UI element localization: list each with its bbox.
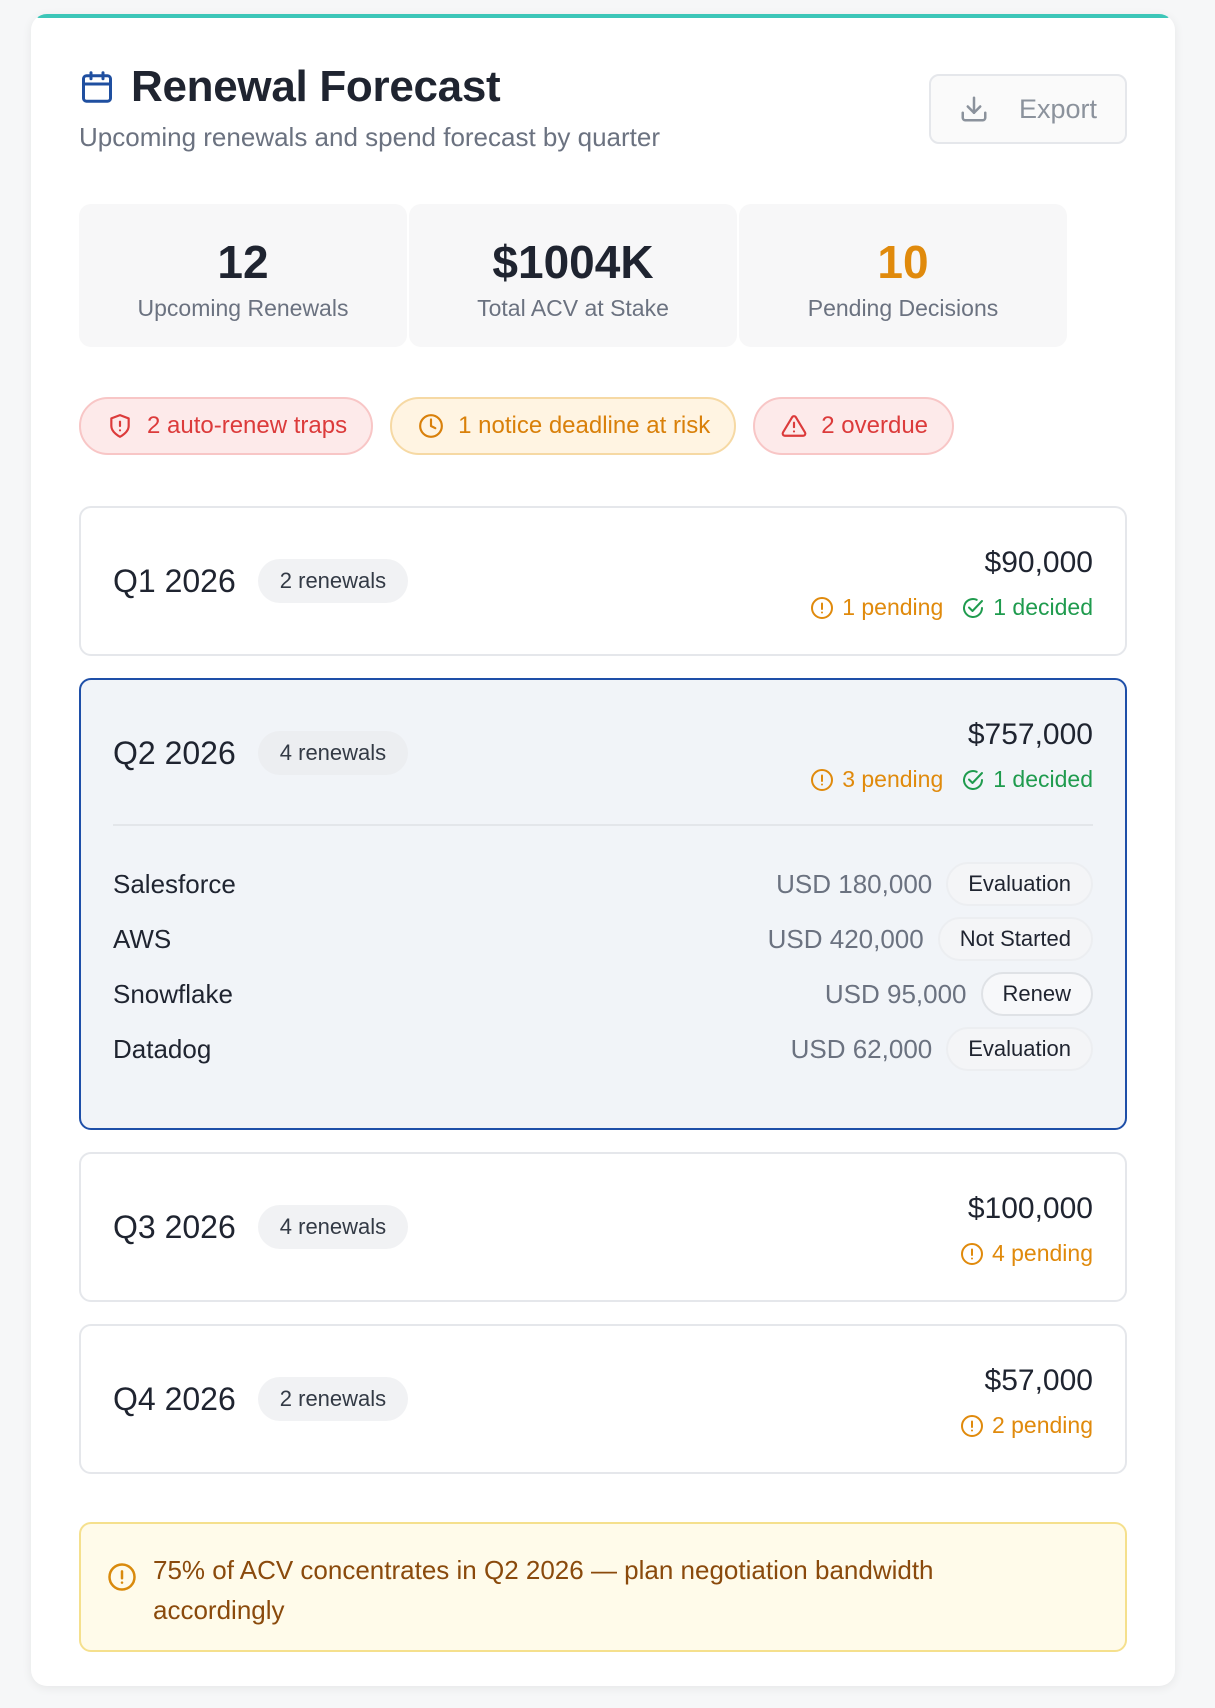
warning-text: 75% of ACV concentrates in Q2 2026 — pla…	[153, 1555, 934, 1625]
vendor-amount: USD 180,000	[776, 868, 933, 899]
check-circle-icon	[963, 769, 984, 790]
renewal-forecast-card: Renewal Forecast Upcoming renewals and s…	[31, 14, 1175, 1686]
vendor-name: Datadog	[113, 1033, 212, 1064]
pending-label: 1 pending	[842, 594, 944, 620]
notice-deadline-chip[interactable]: 1 notice deadline at risk	[390, 397, 737, 455]
renewal-count-badge: 4 renewals	[257, 1205, 409, 1249]
chip-label: 2 overdue	[821, 412, 929, 439]
quarter-amount: $100,000	[967, 1192, 1093, 1225]
pending-status: 4 pending	[960, 1240, 1093, 1267]
vendor-status-badge: Evaluation	[946, 1027, 1093, 1071]
check-circle-icon	[963, 597, 984, 618]
stat-value: $1004K	[492, 236, 654, 288]
decided-status: 1 decided	[961, 594, 1093, 621]
quarter-q1[interactable]: Q1 2026 2 renewals $90,000 1 pending 1 d…	[79, 506, 1127, 656]
vendor-row-datadog[interactable]: Datadog USD 62,000 Evaluation	[113, 1025, 1093, 1073]
auto-renew-traps-chip[interactable]: 2 auto-renew traps	[79, 397, 374, 455]
quarter-label: Q2 2026	[113, 734, 236, 771]
export-button[interactable]: Export	[929, 74, 1127, 144]
vendor-row-salesforce[interactable]: Salesforce USD 180,000 Evaluation	[113, 860, 1093, 908]
alert-chips: 2 auto-renew traps 1 notice deadline at …	[79, 397, 955, 455]
decided-label: 1 decided	[993, 594, 1093, 620]
quarter-amount: $57,000	[984, 1364, 1093, 1397]
calendar-icon	[82, 71, 112, 103]
page-title: Renewal Forecast	[131, 62, 501, 111]
alert-circle-icon	[108, 1563, 136, 1591]
renewal-count-badge: 2 renewals	[257, 559, 409, 603]
stat-value: 12	[217, 236, 269, 288]
quarter-amount: $757,000	[967, 718, 1093, 751]
divider	[113, 824, 1093, 826]
alert-circle-icon	[960, 1414, 983, 1437]
stat-label: Upcoming Renewals	[137, 295, 349, 321]
renewal-count-badge: 2 renewals	[257, 1377, 409, 1421]
warning-triangle-icon	[781, 415, 807, 437]
decided-status: 1 decided	[961, 766, 1093, 793]
alert-circle-icon	[960, 1242, 983, 1265]
quarter-amount: $90,000	[984, 546, 1093, 579]
chip-label: 2 auto-renew traps	[147, 412, 348, 439]
vendor-amount: USD 420,000	[767, 923, 924, 954]
overdue-chip[interactable]: 2 overdue	[753, 397, 955, 455]
vendor-row-aws[interactable]: AWS USD 420,000 Not Started	[113, 915, 1093, 963]
stat-upcoming-renewals: 12 Upcoming Renewals	[79, 204, 407, 347]
top-accent-bar	[37, 14, 1169, 18]
vendor-name: AWS	[113, 923, 172, 954]
quarter-q3[interactable]: Q3 2026 4 renewals $100,000 4 pending	[79, 1152, 1127, 1302]
stat-value: 10	[877, 236, 929, 288]
quarter-q2[interactable]: Q2 2026 4 renewals $757,000 3 pending 1 …	[79, 678, 1127, 1130]
export-label: Export	[1018, 93, 1098, 124]
vendor-status-badge: Not Started	[937, 917, 1093, 961]
vendor-name: Salesforce	[113, 868, 236, 899]
header: Renewal Forecast Upcoming renewals and s…	[79, 62, 1127, 172]
vendor-row-snowflake[interactable]: Snowflake USD 95,000 Renew	[113, 970, 1093, 1018]
concentration-warning: 75% of ACV concentrates in Q2 2026 — pla…	[79, 1522, 1127, 1652]
pending-status: 3 pending	[810, 766, 943, 793]
vendor-status-badge: Evaluation	[946, 862, 1093, 906]
stat-label: Pending Decisions	[807, 295, 999, 321]
pending-label: 2 pending	[991, 1412, 1093, 1438]
quarter-label: Q3 2026	[113, 1208, 236, 1245]
stat-label: Total ACV at Stake	[477, 295, 669, 321]
clock-icon	[419, 414, 444, 438]
vendor-name: Snowflake	[113, 978, 233, 1009]
alert-circle-icon	[811, 596, 834, 619]
vendor-status-badge: Renew	[980, 972, 1093, 1016]
decided-label: 1 decided	[993, 766, 1093, 792]
pending-label: 4 pending	[991, 1240, 1093, 1266]
vendor-amount: USD 62,000	[790, 1033, 933, 1064]
pending-label: 3 pending	[842, 766, 944, 792]
quarter-q4[interactable]: Q4 2026 2 renewals $57,000 2 pending	[79, 1324, 1127, 1474]
stats-row: 12 Upcoming Renewals $1004K Total ACV at…	[79, 204, 1127, 347]
quarter-label: Q1 2026	[113, 562, 236, 599]
stat-total-acv: $1004K Total ACV at Stake	[409, 204, 737, 347]
download-icon	[961, 96, 987, 122]
vendor-amount: USD 95,000	[824, 978, 967, 1009]
pending-status: 2 pending	[960, 1412, 1093, 1439]
stat-pending-decisions: 10 Pending Decisions	[739, 204, 1067, 347]
renewal-count-badge: 4 renewals	[257, 731, 409, 775]
quarter-label: Q4 2026	[113, 1380, 236, 1417]
alert-circle-icon	[811, 768, 834, 791]
pending-status: 1 pending	[810, 594, 943, 621]
shield-alert-icon	[110, 414, 130, 438]
chip-label: 1 notice deadline at risk	[458, 412, 711, 439]
